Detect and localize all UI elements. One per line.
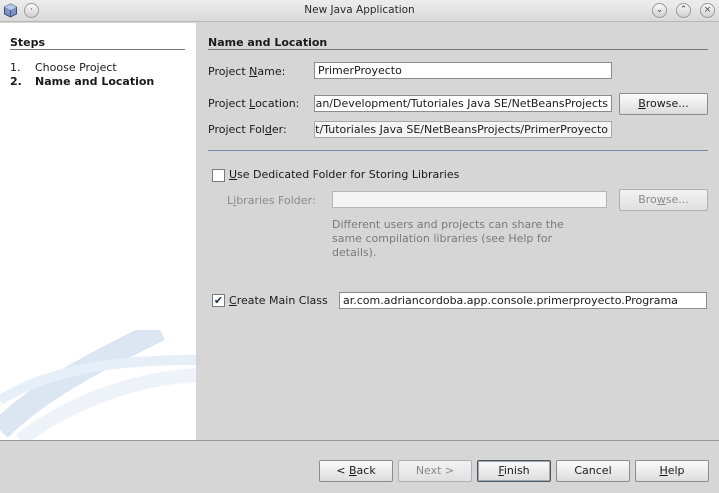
steps-divider [10, 49, 185, 50]
dedicated-folder-label[interactable]: Use Dedicated Folder for Storing Librari… [229, 168, 459, 181]
section-title: Name and Location [208, 36, 328, 49]
dedicated-folder-checkbox[interactable] [212, 169, 225, 182]
section-divider [208, 49, 708, 50]
help-button[interactable]: Help [635, 460, 709, 482]
steps-panel: Steps 1. Choose Project 2. Name and Locati… [0, 23, 196, 440]
project-name-input[interactable]: PrimerProyecto [314, 62, 612, 79]
minimize-icon[interactable]: ⌄ [652, 3, 667, 18]
step-name-and-location: 2. Name and Location [10, 75, 155, 88]
options-divider [208, 150, 708, 151]
create-main-class-label[interactable]: Create Main Class [229, 294, 328, 307]
create-main-class-checkbox[interactable]: ✔ [212, 294, 225, 307]
project-folder-field[interactable]: ‎/home/adrian/Development/Tutoriales Jav… [314, 121, 612, 138]
browse-location-button[interactable]: Browse... [619, 93, 708, 115]
browse-libraries-button[interactable]: Browse... [619, 189, 708, 211]
window-title: New Java Application [304, 4, 415, 16]
project-location-input[interactable]: ‎/home/adrian/Development/Tutoriales Jav… [314, 95, 612, 112]
libraries-folder-input[interactable] [332, 191, 607, 208]
close-icon[interactable]: × [700, 3, 715, 18]
steps-heading: Steps [10, 36, 46, 49]
libraries-folder-label: Libraries Folder: [227, 194, 316, 207]
project-name-label: Project Name: [208, 65, 286, 78]
button-bar: < Back Next > Finish Cancel Help [0, 440, 719, 493]
title-bar[interactable]: · New Java Application ⌄ ⌃ × [0, 0, 719, 22]
next-button[interactable]: Next > [398, 460, 472, 482]
step-choose-project: 1. Choose Project [10, 61, 117, 74]
libraries-help-text: Different users and projects can share t… [332, 218, 564, 259]
project-location-label: Project Location: [208, 97, 300, 110]
project-folder-label: Project Folder: [208, 123, 287, 136]
maximize-icon[interactable]: ⌃ [676, 3, 691, 18]
decorative-swoosh [0, 330, 196, 440]
back-button[interactable]: < Back [319, 460, 393, 482]
cancel-button[interactable]: Cancel [556, 460, 630, 482]
main-class-input[interactable]: ar.com.adriancordoba.app.console.primerp… [339, 292, 707, 309]
finish-button[interactable]: Finish [477, 460, 551, 482]
checkmark-icon: ✔ [213, 294, 224, 307]
main-panel: Name and Location Project Name: PrimerPr… [196, 23, 719, 440]
